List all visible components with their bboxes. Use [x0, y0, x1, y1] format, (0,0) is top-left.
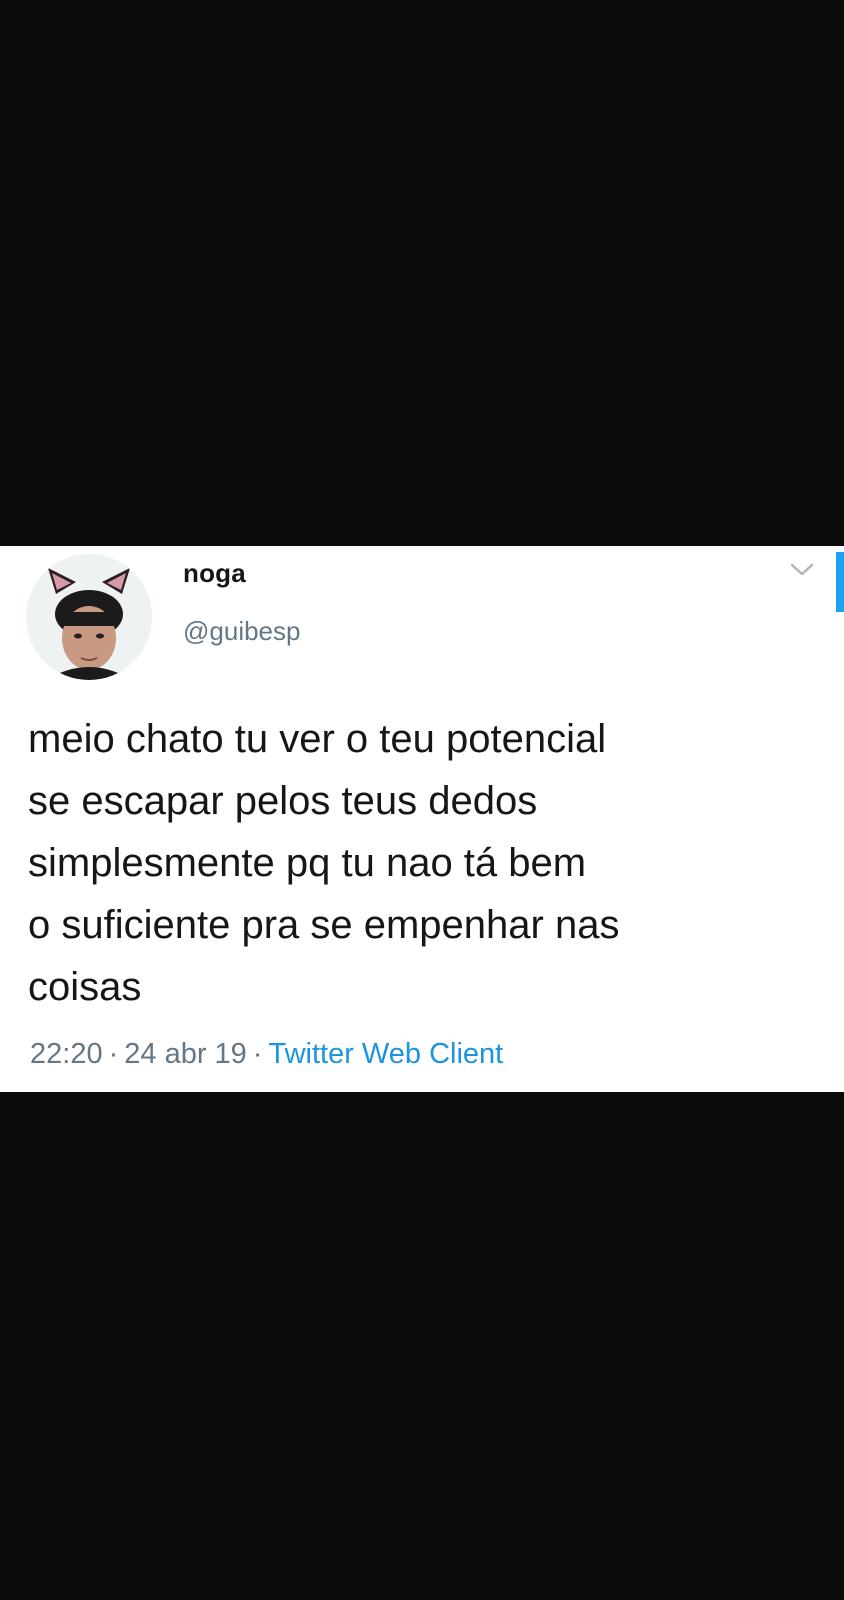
tweet-text-line: o suficiente pra se empenhar nas — [28, 903, 620, 947]
tweet-card: noga @guibesp meio chato tu ver o teu po… — [0, 546, 844, 1092]
tweet-text-line: se escapar pelos teus dedos — [28, 779, 538, 823]
screenshot-page: noga @guibesp meio chato tu ver o teu po… — [0, 0, 844, 1600]
tweet-options-button[interactable] — [784, 558, 820, 582]
avatar[interactable] — [26, 554, 152, 680]
tweet-text-line: simplesmente pq tu nao tá bem — [28, 841, 587, 885]
tweet-time[interactable]: 22:20 — [30, 1038, 103, 1070]
tweet-text: meio chato tu ver o teu potencial se esc… — [28, 708, 828, 1018]
author-name[interactable]: noga — [183, 558, 246, 589]
author-handle[interactable]: @guibesp — [183, 616, 300, 647]
chevron-down-icon — [790, 563, 814, 576]
meta-separator: · — [108, 1038, 119, 1070]
avatar-image — [26, 554, 152, 680]
follow-button-edge[interactable] — [836, 552, 844, 612]
tweet-text-line: coisas — [28, 965, 142, 1009]
meta-separator: · — [252, 1038, 263, 1070]
tweet-date[interactable]: 24 abr 19 — [124, 1038, 247, 1070]
tweet-text-line: meio chato tu ver o teu potencial — [28, 717, 607, 761]
tweet-meta: 22:20 · 24 abr 19 · Twitter Web Client — [30, 1038, 503, 1071]
tweet-source-link[interactable]: Twitter Web Client — [268, 1038, 503, 1070]
